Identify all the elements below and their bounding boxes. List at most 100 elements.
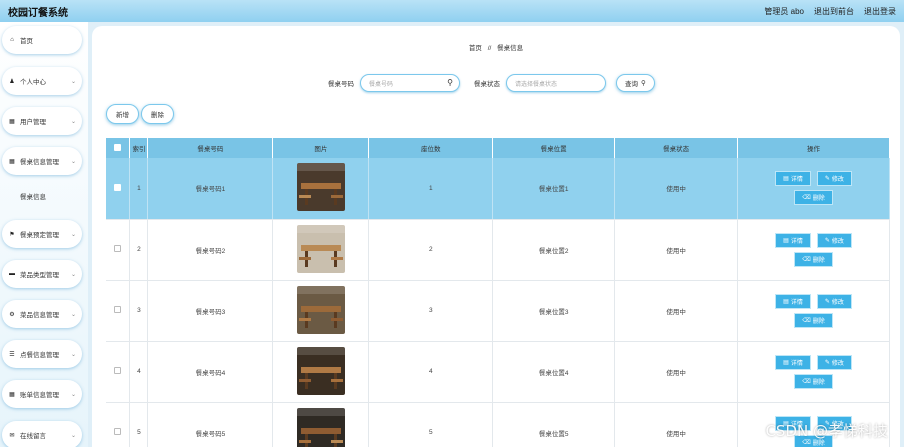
col-operations: 操作 (737, 138, 890, 158)
table-status-placeholder: 请选择餐桌状态 (515, 81, 558, 88)
cell-image (272, 158, 370, 220)
row-delete-button[interactable]: ⌫ 删除 (794, 251, 833, 267)
sidebar-subitem-table-info[interactable]: 餐桌信息 (8, 188, 80, 204)
row-checkbox[interactable] (114, 367, 122, 374)
sidebar-item-9[interactable]: ✉ 在线留言 ⌄ (2, 421, 82, 447)
detail-button[interactable]: ▤ 详情 (775, 354, 811, 370)
cell-image (272, 219, 370, 281)
table-photo (296, 224, 345, 273)
sidebar-item-4[interactable]: ⚑ 餐桌预定管理 ⌄ (2, 220, 82, 248)
list-icon: ☰ (9, 351, 15, 358)
table-photo (296, 163, 345, 212)
select-all-checkbox[interactable] (114, 143, 122, 151)
table-code-input[interactable]: 餐桌号码 ⚲ (360, 74, 460, 92)
cell-status: 使用中 (614, 158, 739, 220)
sidebar-item-label: 餐桌信息管理 (20, 159, 59, 166)
cell-index: 1 (129, 158, 149, 220)
row-select-cell[interactable] (106, 402, 131, 447)
top-bar: 校园订餐系统 管理员 abo 退出到前台 退出登录 (0, 0, 904, 22)
edit-button[interactable]: ✎ 修改 (816, 293, 852, 309)
cell-seats: 5 (368, 402, 494, 447)
sidebar-item-label: 菜品类型管理 (20, 272, 59, 279)
settings-icon: ⚙ (9, 311, 15, 318)
row-select-cell[interactable] (106, 280, 131, 342)
cell-index: 2 (129, 219, 149, 281)
row-delete-button[interactable]: ⌫ 删除 (794, 373, 833, 389)
cell-image (272, 402, 370, 447)
cell-code: 餐桌号码4 (147, 341, 274, 403)
back-to-front-link[interactable]: 退出到前台 (814, 6, 854, 17)
edit-label: 修改 (831, 360, 844, 367)
delete-button[interactable]: 删除 (141, 104, 174, 124)
sidebar-item-label: 菜品信息管理 (20, 312, 59, 319)
sidebar-item-1[interactable]: ♟ 个人中心 ⌄ (2, 67, 82, 95)
delete-label: 删除 (812, 257, 825, 264)
table-row: 3 餐桌号码3 3 餐桌位置3 使用中 ▤ 详情 ✎ 修改 ⌫ 删除 (106, 280, 890, 342)
cell-status: 使用中 (614, 341, 739, 403)
detail-label: 详情 (790, 238, 803, 245)
sidebar-item-3[interactable]: ▦ 餐桌信息管理 ⌄ (2, 147, 82, 175)
row-delete-button[interactable]: ⌫ 删除 (794, 190, 833, 206)
sidebar-item-label: 首页 (20, 38, 33, 45)
logout-link[interactable]: 退出登录 (864, 6, 896, 17)
row-select-cell[interactable] (106, 158, 131, 220)
action-row: 新增 删除 (106, 104, 174, 124)
edit-button[interactable]: ✎ 修改 (816, 354, 852, 370)
sidebar-item-6[interactable]: ⚙ 菜品信息管理 ⌄ (2, 300, 82, 328)
row-checkbox[interactable] (114, 306, 122, 313)
sidebar-item-2[interactable]: ▦ 用户管理 ⌄ (2, 107, 82, 135)
detail-label: 详情 (790, 177, 803, 184)
sidebar-item-label: 用户管理 (20, 119, 46, 126)
cell-operations: ▤ 详情 ✎ 修改 ⌫ 删除 (737, 219, 890, 281)
detail-icon: ▤ (783, 176, 789, 183)
sidebar-item-0[interactable]: ⌂ 首页 (2, 26, 82, 54)
row-delete-button[interactable]: ⌫ 删除 (794, 312, 833, 328)
sidebar-item-label: 个人中心 (20, 79, 46, 86)
detail-button[interactable]: ▤ 详情 (775, 171, 811, 187)
cell-seats: 2 (368, 219, 494, 281)
grid-icon: ▦ (9, 391, 15, 398)
chevron-down-icon: ⌄ (70, 391, 76, 398)
detail-button[interactable]: ▤ 详情 (775, 232, 811, 248)
table-status-select[interactable]: 请选择餐桌状态 (506, 74, 606, 92)
detail-icon: ▤ (783, 298, 789, 305)
cell-seats: 1 (368, 158, 494, 220)
cell-location: 餐桌位置2 (492, 219, 616, 281)
query-button[interactable]: 查询 ⚲ (616, 74, 655, 92)
sidebar-item-8[interactable]: ▦ 账单信息管理 ⌄ (2, 380, 82, 408)
row-select-cell[interactable] (106, 341, 131, 403)
row-checkbox[interactable] (114, 245, 122, 252)
sidebar: ⌂ 首页 ♟ 个人中心 ⌄ ▦ 用户管理 ⌄ ▦ 餐桌信息管理 ⌄ ⚑ 餐桌预定管理 ⌄ ▬ 菜品类型管理 ⌄ ⚙… (0, 22, 88, 447)
card-icon: ▬ (9, 271, 15, 277)
detail-button[interactable]: ▤ 详情 (775, 293, 811, 309)
chevron-down-icon: ⌄ (70, 231, 76, 238)
table-row: 2 餐桌号码2 2 餐桌位置2 使用中 ▤ 详情 ✎ 修改 ⌫ 删除 (106, 219, 890, 281)
col-status: 餐桌状态 (614, 138, 739, 158)
detail-icon: ▤ (783, 359, 789, 366)
edit-label: 修改 (831, 238, 844, 245)
search-icon: ⚲ (641, 80, 646, 87)
row-checkbox[interactable] (114, 183, 122, 191)
col-image: 图片 (272, 138, 370, 158)
current-user-label: 管理员 abo (764, 6, 804, 16)
edit-button[interactable]: ✎ 修改 (816, 171, 852, 187)
query-button-label: 查询 (625, 81, 638, 88)
sidebar-item-label: 在线留言 (20, 433, 46, 440)
edit-button[interactable]: ✎ 修改 (816, 232, 852, 248)
row-select-cell[interactable] (106, 219, 131, 281)
table-photo (296, 285, 345, 334)
cell-index: 3 (129, 280, 149, 342)
trash-icon: ⌫ (802, 256, 811, 263)
table-photo (296, 407, 345, 447)
search-icon: ⚲ (447, 78, 453, 87)
sidebar-item-5[interactable]: ▬ 菜品类型管理 ⌄ (2, 260, 82, 288)
col-location: 餐桌位置 (492, 138, 616, 158)
cell-location: 餐桌位置4 (492, 341, 616, 403)
main-content: 首页 // 餐桌信息 餐桌号码 餐桌号码 ⚲ 餐桌状态 请选择餐桌状态 查询 ⚲… (92, 26, 900, 447)
sidebar-item-7[interactable]: ☰ 点餐信息管理 ⌄ (2, 340, 82, 368)
add-button[interactable]: 新增 (106, 104, 139, 124)
select-all-header[interactable] (106, 138, 131, 158)
breadcrumb-home[interactable]: 首页 (469, 45, 482, 52)
table-code-label: 餐桌号码 (328, 81, 354, 88)
row-checkbox[interactable] (114, 428, 122, 435)
